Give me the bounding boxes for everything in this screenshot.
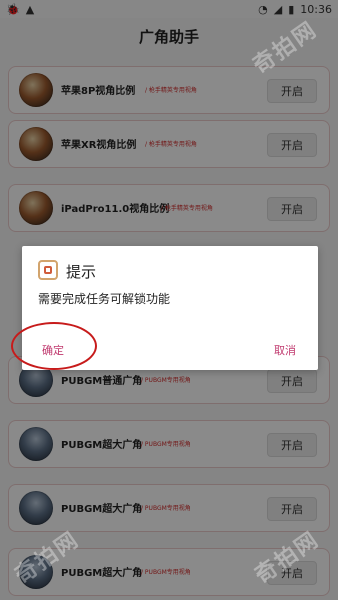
dialog-message: 需要完成任务可解锁功能 (38, 292, 171, 306)
app-icon (38, 260, 58, 280)
confirm-button[interactable]: 确定 (42, 342, 64, 358)
prompt-dialog: 提示 需要完成任务可解锁功能 确定 取消 (22, 246, 318, 370)
cancel-button[interactable]: 取消 (274, 342, 296, 358)
dialog-title: 提示 (66, 263, 97, 281)
